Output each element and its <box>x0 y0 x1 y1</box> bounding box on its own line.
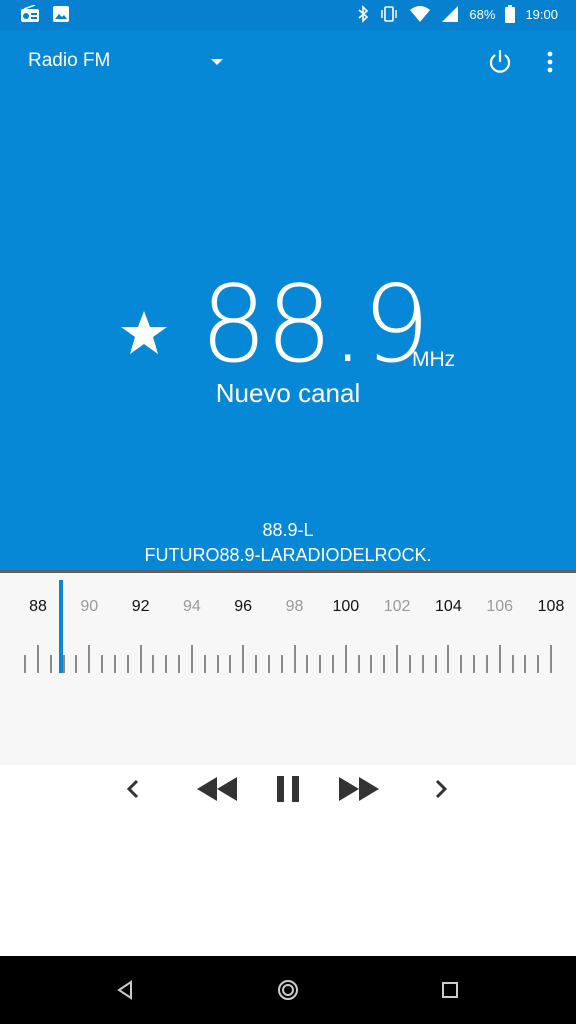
prev-icon[interactable] <box>111 771 155 807</box>
scale-label: 104 <box>435 598 462 615</box>
scale-label: 88 <box>29 598 47 615</box>
wifi-icon <box>409 5 431 23</box>
bluetooth-icon <box>357 5 369 23</box>
battery-icon <box>505 5 516 23</box>
scale-tick <box>498 645 501 673</box>
dropdown-caret-icon[interactable] <box>211 59 223 65</box>
pause-icon[interactable] <box>266 771 310 807</box>
next-icon[interactable] <box>419 771 463 807</box>
status-bar: 68% 19:00 <box>0 0 576 30</box>
playback-controls <box>0 765 576 815</box>
signal-icon <box>441 5 459 23</box>
scale-tick <box>396 645 399 673</box>
scale-tick <box>242 645 245 673</box>
frequency-display: 88.9 <box>200 263 430 386</box>
tuner-display: Radio FM 88.9 MHz Nuevo canal 88.9-L FUT… <box>0 30 576 570</box>
scale-tick <box>126 655 129 673</box>
scale-tick <box>447 645 450 673</box>
scale-tick <box>37 645 39 673</box>
nav-bar <box>0 956 576 1024</box>
scale-tick <box>280 655 283 673</box>
scale-tick <box>485 655 488 673</box>
scale-tick <box>62 655 65 673</box>
scale-tick <box>421 655 424 673</box>
scale-label: 90 <box>80 598 99 615</box>
scale-tick <box>75 655 78 673</box>
scale-tick <box>434 655 437 673</box>
battery-percent: 68% <box>469 6 496 22</box>
scale-label: 108 <box>537 598 565 615</box>
star-icon[interactable] <box>118 307 170 359</box>
scale-label: 92 <box>131 598 150 615</box>
scale-tick <box>460 655 463 673</box>
back-icon[interactable] <box>114 978 138 1002</box>
scale-tick <box>49 655 52 673</box>
scale-label: 94 <box>182 598 201 615</box>
scale-tick <box>408 655 411 673</box>
scale-tick <box>255 655 258 673</box>
station-name[interactable]: Nuevo canal <box>0 378 576 409</box>
rds-text-line1: 88.9-L <box>262 520 314 540</box>
scale-tick <box>344 645 347 673</box>
fast-forward-icon[interactable] <box>337 771 381 807</box>
frequency-unit: MHz <box>412 348 456 371</box>
scale-tick <box>88 645 91 673</box>
power-icon[interactable] <box>486 48 514 76</box>
scale-tick <box>331 655 334 673</box>
scale-tick <box>511 655 514 673</box>
more-vert-icon[interactable] <box>538 48 562 76</box>
frequency-scale[interactable]: 88 90 92 94 96 98 100 102 104 106 108 <box>0 570 576 765</box>
clock: 19:00 <box>525 6 558 22</box>
band-selector[interactable]: Radio FM <box>28 50 110 72</box>
scale-tick <box>216 655 219 673</box>
app-bar: Radio FM <box>0 30 576 94</box>
scale-tick <box>113 655 116 673</box>
scale-tick <box>319 655 322 673</box>
scale-tick <box>357 655 360 673</box>
scale-tick <box>101 655 104 673</box>
scale-label: 106 <box>486 598 514 615</box>
scale-tick <box>524 655 527 673</box>
scale-tick <box>537 655 540 673</box>
scale-tick <box>178 655 181 673</box>
radio-icon <box>20 5 40 23</box>
scale-tick <box>383 655 386 673</box>
image-icon <box>52 5 70 23</box>
scale-tick <box>293 645 296 673</box>
scale-tick <box>24 655 27 673</box>
scale-tick <box>370 655 373 673</box>
scale-tick <box>550 645 552 673</box>
vibrate-icon <box>379 5 399 23</box>
app-title: Radio FM <box>28 50 111 71</box>
scale-tick <box>229 655 232 673</box>
scale-label: 96 <box>234 598 253 615</box>
recents-icon[interactable] <box>438 978 462 1002</box>
scale-tick <box>190 645 193 673</box>
scale-label: 98 <box>285 598 304 615</box>
scale-label: 100 <box>332 598 360 615</box>
scale-tick <box>139 645 142 673</box>
home-icon[interactable] <box>276 978 300 1002</box>
scale-tick <box>165 655 168 673</box>
scale-label: 102 <box>383 598 411 615</box>
scale-tick <box>152 655 155 673</box>
rds-text-line2: FUTURO88.9-LARADIODELROCK. <box>144 545 432 565</box>
rewind-icon[interactable] <box>195 771 239 807</box>
scale-tick <box>267 655 270 673</box>
scale-tick <box>203 655 206 673</box>
scale-tick <box>473 655 476 673</box>
scale-tick <box>306 655 309 673</box>
